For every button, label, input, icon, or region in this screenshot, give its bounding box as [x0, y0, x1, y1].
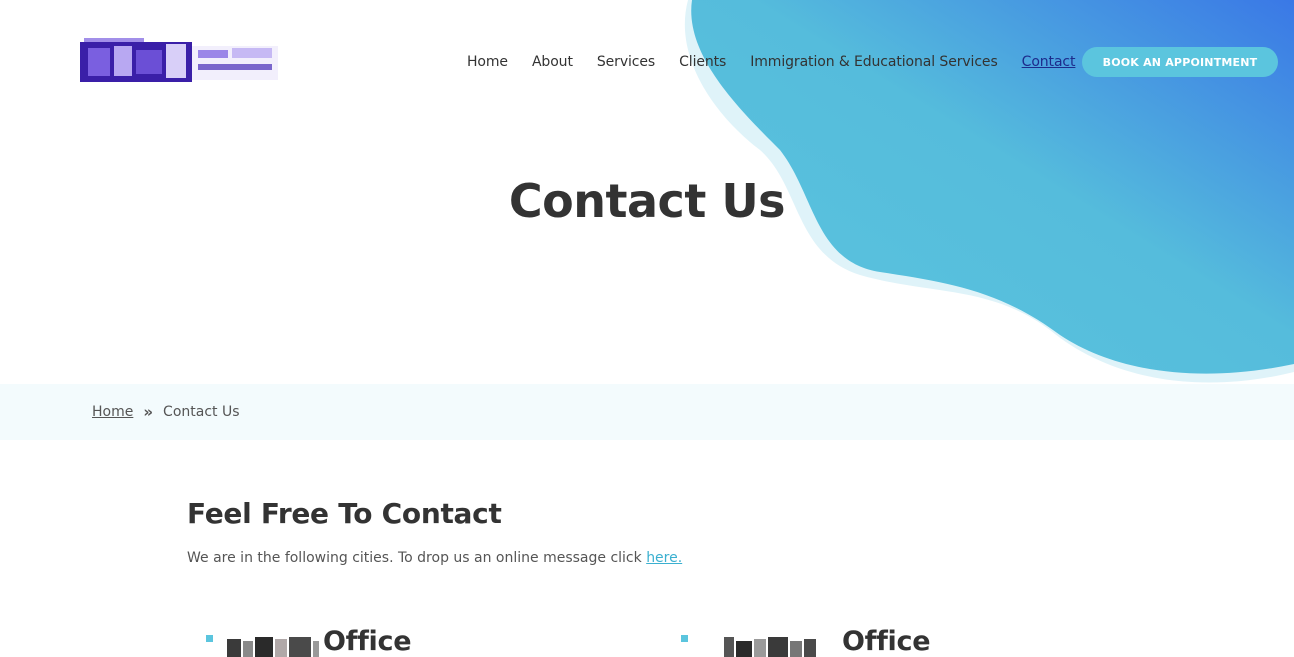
intro-text-body: We are in the following cities. To drop …: [187, 550, 647, 566]
breadcrumb-bar: Home » Contact Us: [0, 384, 1294, 440]
intro-text: We are in the following cities. To drop …: [187, 550, 682, 566]
square-bullet-icon: [681, 635, 688, 642]
double-chevron-right-icon: »: [143, 403, 154, 421]
book-appointment-button[interactable]: BOOK AN APPOINTMENT: [1082, 47, 1278, 77]
nav-link-clients[interactable]: Clients: [679, 52, 726, 72]
breadcrumb-current: Contact Us: [163, 404, 240, 420]
office-name-2: Office: [842, 626, 931, 657]
nav-link-services[interactable]: Services: [597, 52, 655, 72]
office-name-1: Office: [323, 626, 412, 657]
nav-link-home[interactable]: Home: [467, 52, 508, 72]
office-heading-2: Office: [681, 626, 931, 657]
main-nav: Home About Services Clients Immigration …: [467, 52, 1099, 72]
online-message-link[interactable]: here.: [646, 550, 682, 566]
company-logo[interactable]: [80, 38, 278, 84]
office-heading-1: Office: [206, 626, 412, 657]
office-city-graphic: [724, 636, 816, 657]
nav-link-immigration-educational[interactable]: Immigration & Educational Services: [750, 52, 998, 72]
square-bullet-icon: [206, 635, 213, 642]
nav-link-about[interactable]: About: [532, 52, 573, 72]
page-title: Contact Us: [508, 174, 786, 228]
section-title: Feel Free To Contact: [187, 497, 502, 530]
breadcrumb: Home » Contact Us: [92, 403, 240, 421]
nav-link-contact[interactable]: Contact: [1022, 52, 1076, 72]
breadcrumb-home-link[interactable]: Home: [92, 404, 133, 420]
office-city-graphic: [227, 636, 319, 657]
